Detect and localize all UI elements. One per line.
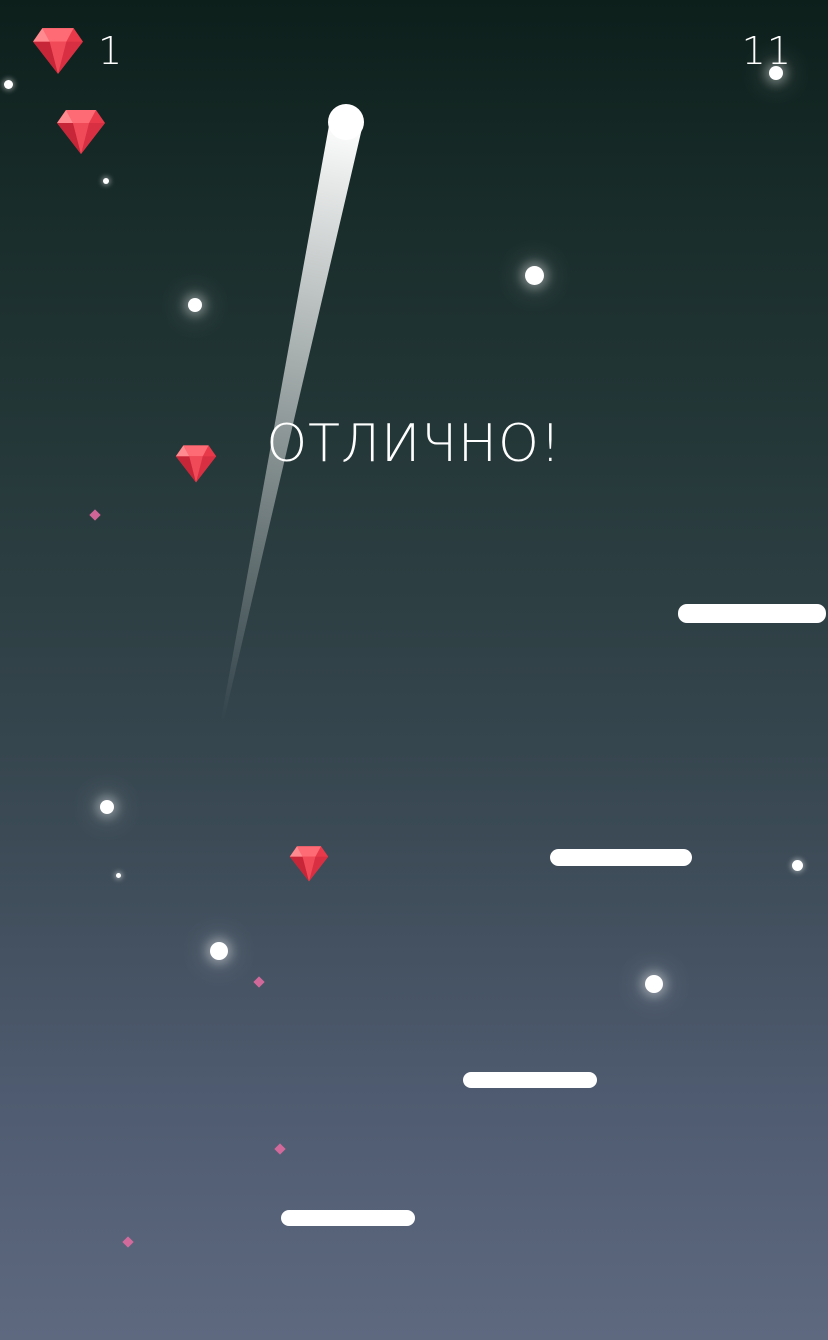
star xyxy=(116,873,121,878)
platform xyxy=(281,1210,415,1226)
star xyxy=(4,80,13,89)
red-diamond-icon xyxy=(289,843,329,883)
platform xyxy=(678,604,826,623)
game-canvas[interactable]: 1 11 ОТЛИЧНО! xyxy=(0,0,828,1340)
sparkle-particle xyxy=(122,1236,134,1248)
red-diamond-icon xyxy=(56,106,106,156)
star xyxy=(792,860,803,871)
star xyxy=(188,298,202,312)
score-counter: 11 xyxy=(741,29,792,73)
star xyxy=(210,942,228,960)
star xyxy=(645,975,663,993)
gem-counter: 1 xyxy=(98,29,124,73)
star xyxy=(103,178,109,184)
sparkle-particle xyxy=(274,1143,286,1155)
ball-trail xyxy=(221,104,364,720)
platform xyxy=(463,1072,597,1088)
platform xyxy=(550,849,692,866)
red-diamond-icon xyxy=(32,24,84,76)
sparkle-particle xyxy=(253,976,265,988)
praise-message: ОТЛИЧНО! xyxy=(266,414,562,474)
sparkle-particle xyxy=(89,509,101,521)
star xyxy=(525,266,544,285)
star xyxy=(100,800,114,814)
player-ball xyxy=(328,104,364,140)
